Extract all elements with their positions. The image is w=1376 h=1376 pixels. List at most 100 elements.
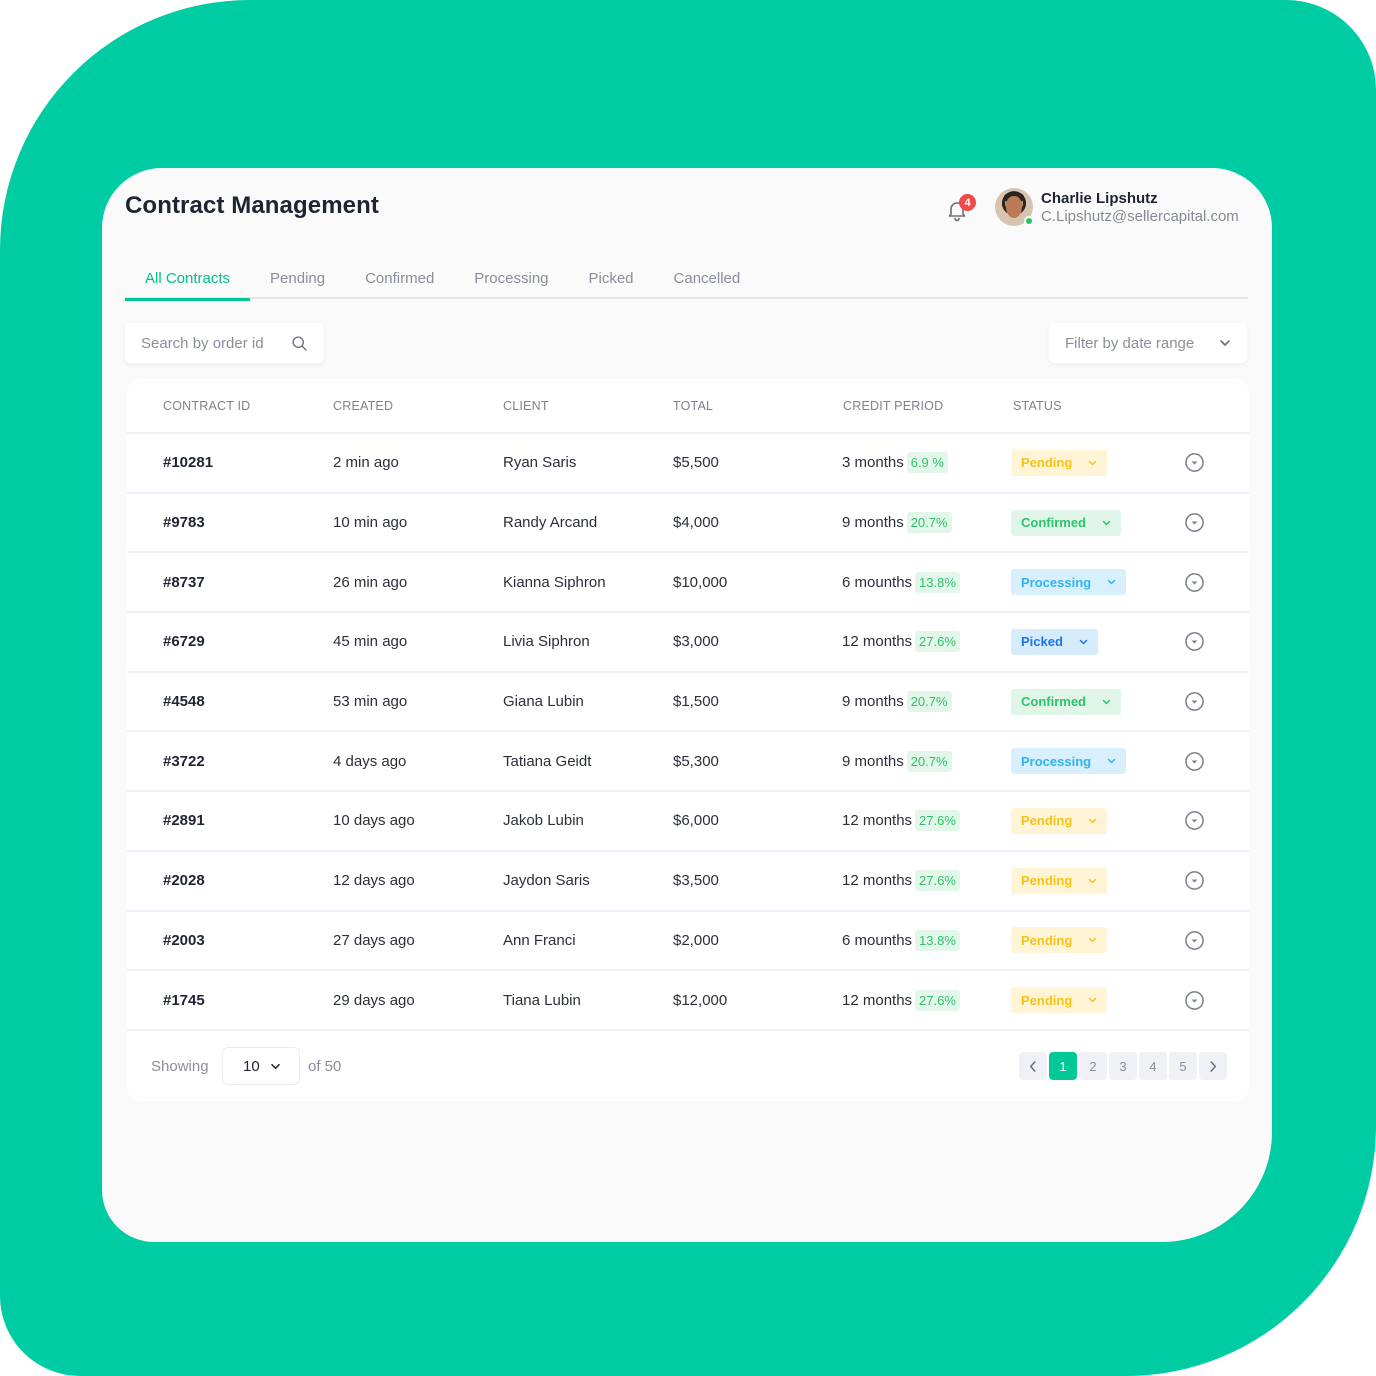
page-button-1[interactable]: 1 xyxy=(1049,1052,1077,1080)
avatar[interactable] xyxy=(995,188,1034,226)
expand-row-icon[interactable] xyxy=(1184,751,1205,772)
tab-all-contracts[interactable]: All Contracts xyxy=(125,260,251,301)
table-row[interactable]: #2003 27 days ago Ann Franci $2,000 6 mounth… xyxy=(127,912,1249,972)
status-dropdown[interactable]: Pending xyxy=(1011,449,1108,476)
date-range-filter[interactable]: Filter by date range xyxy=(1049,323,1247,363)
contract-id: #2028 xyxy=(163,872,205,890)
expand-row-icon[interactable] xyxy=(1184,870,1205,891)
search-icon[interactable] xyxy=(291,335,308,352)
table-row[interactable]: #9783 10 min ago Randy Arcand $4,000 9 month… xyxy=(127,494,1249,554)
previous-page-button[interactable] xyxy=(1019,1052,1047,1080)
chevron-down-icon xyxy=(270,1063,280,1069)
table-row[interactable]: #10281 2 min ago Ryan Saris $5,500 3 months 6… xyxy=(127,434,1249,494)
contract-id: #6729 xyxy=(163,633,205,651)
contract-total: $3,000 xyxy=(673,633,719,651)
chevron-down-icon xyxy=(1089,938,1097,943)
column-header-created[interactable]: CREATED xyxy=(297,399,467,413)
contract-total: $2,000 xyxy=(673,931,719,949)
table-row[interactable]: #4548 53 min ago Giana Lubin $1,500 9 months… xyxy=(127,673,1249,733)
search-box[interactable] xyxy=(125,323,324,363)
table-row[interactable]: #2028 12 days ago Jaydon Saris $3,500 12 mon… xyxy=(127,852,1249,912)
expand-row-icon[interactable] xyxy=(1184,691,1205,712)
status-dropdown[interactable]: Confirmed xyxy=(1011,688,1121,715)
expand-row-icon[interactable] xyxy=(1184,572,1205,593)
credit-period: 3 months 6.9 % xyxy=(807,452,977,474)
action-cell xyxy=(1147,572,1249,593)
page-size-value: 10 xyxy=(243,1057,260,1075)
status-dropdown[interactable]: Picked xyxy=(1011,628,1098,655)
contract-id: #8737 xyxy=(163,573,205,591)
page-button-4[interactable]: 4 xyxy=(1139,1052,1167,1080)
contracts-table: CONTRACT ID CREATED CLIENT TOTAL CREDIT … xyxy=(127,379,1249,1101)
credit-period: 6 mounths 13.8% xyxy=(807,929,977,951)
action-cell xyxy=(1147,810,1249,831)
column-header-client[interactable]: CLIENT xyxy=(467,399,637,413)
interest-rate-badge: 13.8% xyxy=(915,929,960,951)
chevron-right-icon xyxy=(1210,1060,1217,1072)
status-dropdown[interactable]: Confirmed xyxy=(1011,509,1121,536)
table-row[interactable]: #6729 45 min ago Livia Siphron $3,000 12 mon… xyxy=(127,613,1249,673)
expand-row-icon[interactable] xyxy=(1184,990,1205,1011)
action-cell xyxy=(1147,691,1249,712)
status-dropdown[interactable]: Processing xyxy=(1011,569,1127,596)
contract-total: $3,500 xyxy=(673,872,719,890)
page-title: Contract Management xyxy=(125,192,379,219)
table-row[interactable]: #2891 10 days ago Jakob Lubin $6,000 12 mont… xyxy=(127,792,1249,852)
page-button-5[interactable]: 5 xyxy=(1169,1052,1197,1080)
chevron-down-icon xyxy=(1089,460,1097,466)
column-header-total[interactable]: TOTAL xyxy=(637,399,807,413)
column-header-status[interactable]: STATUS xyxy=(977,399,1147,413)
expand-row-icon[interactable] xyxy=(1184,631,1205,652)
column-header-contract-id[interactable]: CONTRACT ID xyxy=(127,399,297,413)
status-dropdown[interactable]: Processing xyxy=(1011,748,1127,775)
table-row[interactable]: #1745 29 days ago Tiana Lubin $12,000 12 mon… xyxy=(127,971,1249,1031)
status-cell: Pending xyxy=(977,449,1147,476)
next-page-button[interactable] xyxy=(1199,1052,1227,1080)
table-header: CONTRACT ID CREATED CLIENT TOTAL CREDIT … xyxy=(127,379,1249,434)
status-cell: Confirmed xyxy=(977,688,1147,715)
column-header-credit-period[interactable]: CREDIT PERIOD xyxy=(807,399,977,413)
tab-cancelled[interactable]: Cancelled xyxy=(654,260,761,299)
credit-period: 12 months 27.6% xyxy=(807,810,977,832)
tab-processing[interactable]: Processing xyxy=(454,260,568,299)
client-name: Giana Lubin xyxy=(503,693,584,711)
credit-period: 12 months 27.6% xyxy=(807,631,977,653)
tab-pending[interactable]: Pending xyxy=(250,260,345,299)
contract-total: $5,300 xyxy=(673,752,719,770)
contract-total: $1,500 xyxy=(673,693,719,711)
page-size-select[interactable]: 10 xyxy=(222,1047,300,1085)
table-footer: Showing 10 of 50 12345 xyxy=(127,1047,1249,1101)
status-dropdown[interactable]: Pending xyxy=(1011,987,1108,1014)
status-dropdown[interactable]: Pending xyxy=(1011,927,1108,954)
user-name: Charlie Lipshutz xyxy=(1041,190,1158,207)
status-tabs: All Contracts Pending Confirmed Processing P… xyxy=(125,260,1248,301)
status-dropdown[interactable]: Pending xyxy=(1011,867,1108,894)
tab-picked[interactable]: Picked xyxy=(569,260,654,299)
client-name: Tiana Lubin xyxy=(503,991,581,1009)
client-name: Jakob Lubin xyxy=(503,812,584,830)
table-row[interactable]: #3722 4 days ago Tatiana Geidt $5,300 9 mont… xyxy=(127,732,1249,793)
page-button-3[interactable]: 3 xyxy=(1109,1052,1137,1080)
credit-period-duration: 12 months xyxy=(842,872,913,890)
search-input[interactable] xyxy=(141,334,281,352)
action-cell xyxy=(1147,990,1249,1011)
expand-row-icon[interactable] xyxy=(1184,452,1205,473)
expand-row-icon[interactable] xyxy=(1184,810,1205,831)
contract-total: $12,000 xyxy=(673,991,728,1009)
expand-row-icon[interactable] xyxy=(1184,930,1205,951)
expand-row-icon[interactable] xyxy=(1184,512,1205,533)
tab-confirmed[interactable]: Confirmed xyxy=(345,260,454,299)
page-button-2[interactable]: 2 xyxy=(1079,1052,1107,1080)
contract-id: #9783 xyxy=(163,514,205,532)
created-time: 4 days ago xyxy=(333,752,407,770)
interest-rate-badge: 27.6% xyxy=(915,989,960,1011)
action-cell xyxy=(1147,631,1249,652)
status-label: Pending xyxy=(1021,813,1073,829)
chevron-down-icon xyxy=(1107,759,1116,764)
credit-period-duration: 12 months xyxy=(842,633,913,651)
table-row[interactable]: #8737 26 min ago Kianna Siphron $10,000 6 mo… xyxy=(127,553,1249,614)
status-label: Pending xyxy=(1021,992,1073,1008)
status-dropdown[interactable]: Pending xyxy=(1011,807,1108,834)
status-cell: Pending xyxy=(977,987,1147,1014)
notifications-button[interactable]: 4 xyxy=(945,194,976,222)
